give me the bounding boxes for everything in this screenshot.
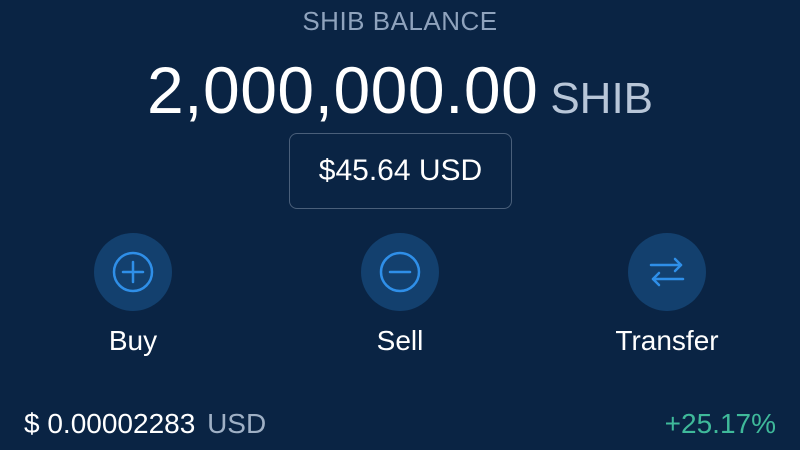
transfer-arrows-icon [649, 257, 685, 287]
buy-icon-circle[interactable] [94, 233, 172, 311]
balance-row: 2,000,000.00 SHIB [0, 52, 800, 128]
balance-unit: SHIB [550, 74, 654, 123]
price-display: $ 0.00002283 USD [24, 408, 266, 440]
sell-icon-circle[interactable] [361, 233, 439, 311]
usd-value-text: $45.64 USD [318, 154, 483, 187]
balance-screen: SHIB BALANCE 2,000,000.00 SHIB $45.64 US… [0, 0, 800, 450]
sell-label: Sell [376, 325, 424, 356]
price-value: 0.00002283 [47, 408, 196, 439]
price-change: +25.17% [664, 408, 776, 439]
balance-amount: 2,000,000.00 [146, 53, 539, 127]
price-footer: $ 0.00002283 USD +25.17% [24, 408, 776, 440]
minus-circle-icon [379, 251, 421, 293]
buy-label: Buy [108, 325, 158, 356]
price-unit: USD [207, 408, 267, 439]
transfer-label: Transfer [615, 325, 719, 356]
transfer-button[interactable]: Transfer [587, 233, 747, 357]
transfer-icon-circle[interactable] [628, 233, 706, 311]
plus-circle-icon [112, 251, 154, 293]
price-currency-symbol: $ [24, 408, 40, 439]
sell-button[interactable]: Sell [320, 233, 480, 357]
usd-value-toggle[interactable]: $45.64 USD [289, 133, 512, 209]
buy-button[interactable]: Buy [53, 233, 213, 357]
action-bar: Buy Sell Transfer [0, 233, 800, 363]
balance-label: SHIB BALANCE [302, 6, 498, 36]
